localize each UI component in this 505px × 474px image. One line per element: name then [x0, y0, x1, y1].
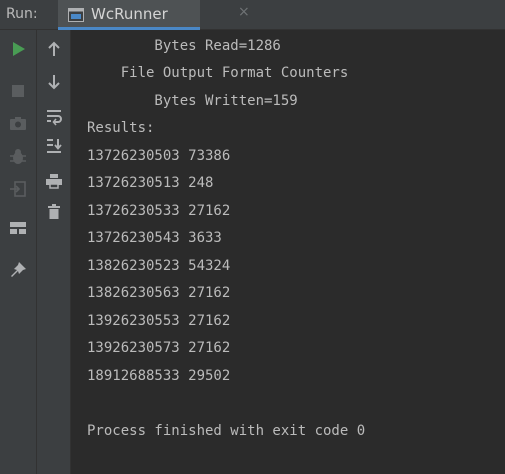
console-line: 13726230543 3633 — [87, 230, 222, 246]
run-actions-toolbar — [0, 30, 36, 474]
close-icon[interactable]: × — [238, 4, 250, 20]
debug-icon[interactable] — [8, 147, 28, 167]
console-line: Results: — [87, 120, 155, 136]
print-icon[interactable] — [44, 171, 64, 191]
console-line: Process finished with exit code 0 — [87, 423, 366, 439]
console-line: 18912688533 29502 — [87, 368, 231, 384]
tab-wcrunner[interactable]: WcRunner × — [58, 0, 250, 30]
run-label: Run: — [6, 6, 38, 22]
console-actions-toolbar — [36, 30, 71, 474]
console-line: 13726230503 73386 — [87, 148, 231, 164]
tab-label: WcRunner — [91, 5, 168, 23]
exit-icon[interactable] — [8, 179, 28, 199]
console-line: Bytes Written=159 — [87, 93, 298, 109]
console-line: 13726230533 27162 — [87, 203, 231, 219]
stop-icon[interactable] — [8, 81, 28, 101]
scroll-to-end-icon[interactable] — [44, 136, 64, 156]
rerun-icon[interactable] — [8, 39, 28, 59]
console-line: 13826230563 27162 — [87, 285, 231, 301]
layout-icon[interactable] — [8, 218, 28, 238]
run-tool-window: Run: WcRunner × Bytes Read=1286 File Out… — [0, 0, 505, 474]
scroll-down-icon[interactable] — [44, 72, 64, 92]
console-line: 13826230523 54324 — [87, 258, 231, 274]
trash-icon[interactable] — [44, 202, 64, 222]
pin-icon[interactable] — [8, 260, 28, 280]
screenshot-icon[interactable] — [8, 114, 28, 134]
scroll-up-icon[interactable] — [44, 39, 64, 59]
run-header: Run: WcRunner × — [0, 0, 505, 30]
console-line: 13926230573 27162 — [87, 340, 231, 356]
console-line: Bytes Read=1286 — [87, 38, 281, 54]
console-line: 13726230513 248 — [87, 175, 214, 191]
console-tab-icon — [68, 7, 84, 22]
console-output[interactable]: Bytes Read=1286 File Output Format Count… — [71, 30, 505, 474]
soft-wrap-icon[interactable] — [44, 106, 64, 126]
console-line: File Output Format Counters — [87, 65, 349, 81]
console-line: 13926230553 27162 — [87, 313, 231, 329]
